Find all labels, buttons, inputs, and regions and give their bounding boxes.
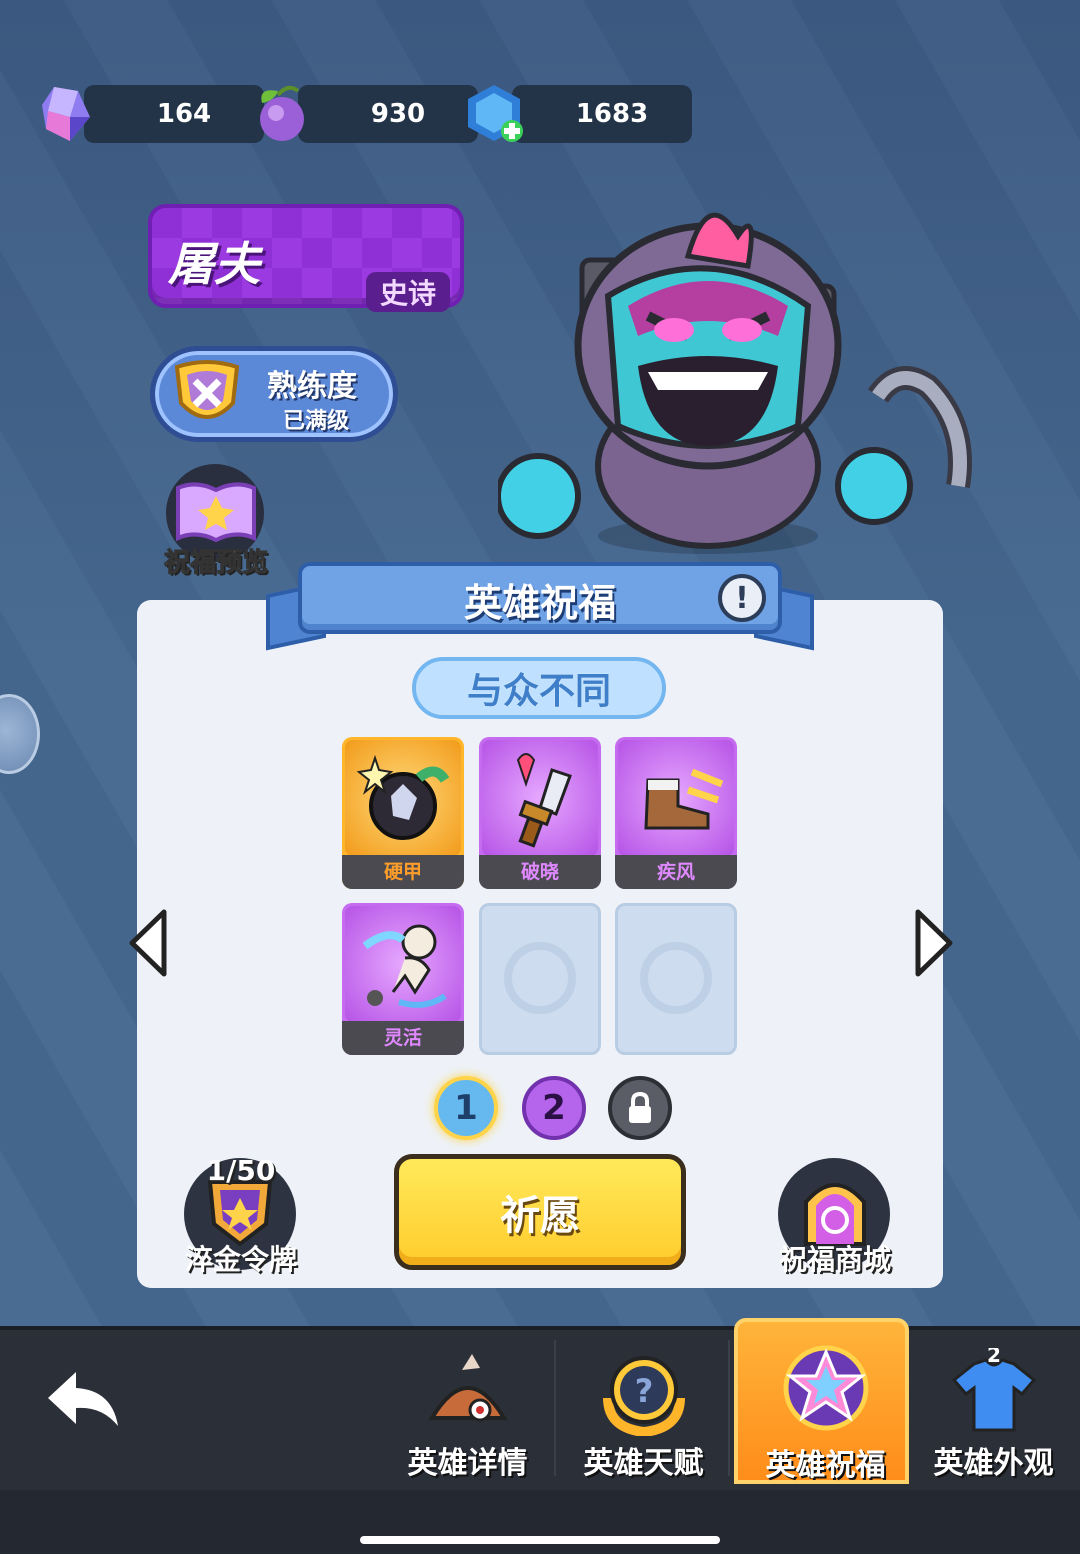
back-arrow-icon[interactable] — [46, 1368, 122, 1432]
blessing-card[interactable]: 疾风 — [615, 737, 737, 889]
nav-footer — [0, 1490, 1080, 1554]
panel-title-ribbon: 英雄祝福 ! — [262, 562, 818, 651]
mastery-status: 已满级 — [283, 409, 350, 434]
blessing-card[interactable]: 破晓 — [479, 737, 601, 889]
blue-gem-count: 1683 — [575, 99, 649, 129]
blue-gem-icon — [468, 85, 523, 142]
card-art — [345, 906, 461, 1022]
locked-page-button[interactable] — [608, 1076, 672, 1140]
blessing-shop-button[interactable]: 祝福商城 — [772, 1154, 898, 1278]
card-art — [345, 740, 461, 856]
dodge-icon — [362, 924, 447, 1008]
info-button[interactable]: ! — [718, 574, 766, 622]
boot-icon — [644, 768, 724, 830]
home-indicator[interactable] — [360, 1536, 720, 1544]
rarity-badge: 史诗 — [366, 272, 450, 312]
hero-detail-icon — [428, 1354, 508, 1422]
token-count: 1/50 — [206, 1154, 276, 1187]
empty-card-slot — [615, 903, 737, 1055]
hero-name: 屠夫 — [168, 237, 260, 291]
card-art — [618, 740, 734, 856]
currency-crystal[interactable]: 164 — [42, 85, 264, 143]
shirt-icon: 2 — [951, 1348, 1037, 1432]
dagger-icon — [516, 753, 572, 848]
tab-label: 英雄详情 — [407, 1446, 528, 1481]
blessing-preview-button[interactable]: 祝福预览 — [160, 464, 270, 579]
shop-label: 祝福商城 — [778, 1243, 891, 1276]
mastery-shield-icon — [174, 360, 240, 419]
portal-icon — [804, 1183, 866, 1246]
hero-name-plate: 屠夫 史诗 — [148, 204, 464, 312]
blessing-star-icon — [783, 1345, 869, 1431]
arrow-right-icon[interactable] — [912, 908, 956, 978]
empty-slot-icon — [640, 942, 712, 1014]
empty-card-slot — [479, 903, 601, 1055]
tab-hero-talent[interactable]: ? 英雄天赋 — [556, 1326, 731, 1486]
arrow-left-icon[interactable] — [126, 908, 170, 978]
fruit-icon — [260, 85, 304, 141]
appearance-badge: 2 — [987, 1348, 1001, 1367]
blessing-card[interactable]: 硬甲 — [342, 737, 464, 889]
gold-token-button[interactable]: 1/50 淬金令牌 — [180, 1150, 302, 1276]
talent-icon: ? — [603, 1356, 685, 1436]
blessing-set-title: 与众不同 — [412, 657, 666, 719]
tab-label: 英雄祝福 — [765, 1448, 886, 1483]
crystal-count: 164 — [156, 99, 212, 129]
tab-hero-appearance[interactable]: 2 英雄外观 — [906, 1326, 1080, 1486]
tab-label: 英雄外观 — [933, 1446, 1054, 1481]
hero-character — [498, 212, 972, 554]
tab-hero-detail[interactable]: 英雄详情 — [380, 1326, 555, 1486]
card-name: 灵活 — [342, 1021, 464, 1055]
card-name: 破晓 — [479, 855, 601, 889]
card-art — [482, 740, 598, 856]
bomb-icon — [356, 754, 450, 840]
currency-fruit[interactable]: 930 — [260, 85, 478, 143]
blessing-card[interactable]: 灵活 — [342, 903, 464, 1055]
crystal-icon — [42, 87, 90, 141]
blessing-preview-label: 祝福预览 — [163, 548, 268, 579]
page-1-button[interactable]: 1 — [434, 1076, 498, 1140]
page-2-button[interactable]: 2 — [522, 1076, 586, 1140]
pray-button[interactable]: 祈愿 — [394, 1154, 686, 1270]
svg-text:?: ? — [635, 1372, 654, 1410]
token-label: 淬金令牌 — [184, 1243, 297, 1276]
currency-blue-gem[interactable]: 1683 — [468, 85, 692, 143]
mastery-button[interactable]: 熟练度 已满级 — [150, 346, 398, 442]
card-name: 疾风 — [615, 855, 737, 889]
mastery-title: 熟练度 — [267, 369, 357, 404]
tab-hero-blessing[interactable]: 英雄祝福 — [734, 1318, 909, 1484]
fruit-count: 930 — [370, 99, 426, 129]
book-icon — [176, 482, 256, 543]
card-name: 硬甲 — [342, 855, 464, 889]
lock-icon — [629, 1091, 651, 1123]
empty-slot-icon — [504, 942, 576, 1014]
tab-label: 英雄天赋 — [583, 1446, 704, 1481]
